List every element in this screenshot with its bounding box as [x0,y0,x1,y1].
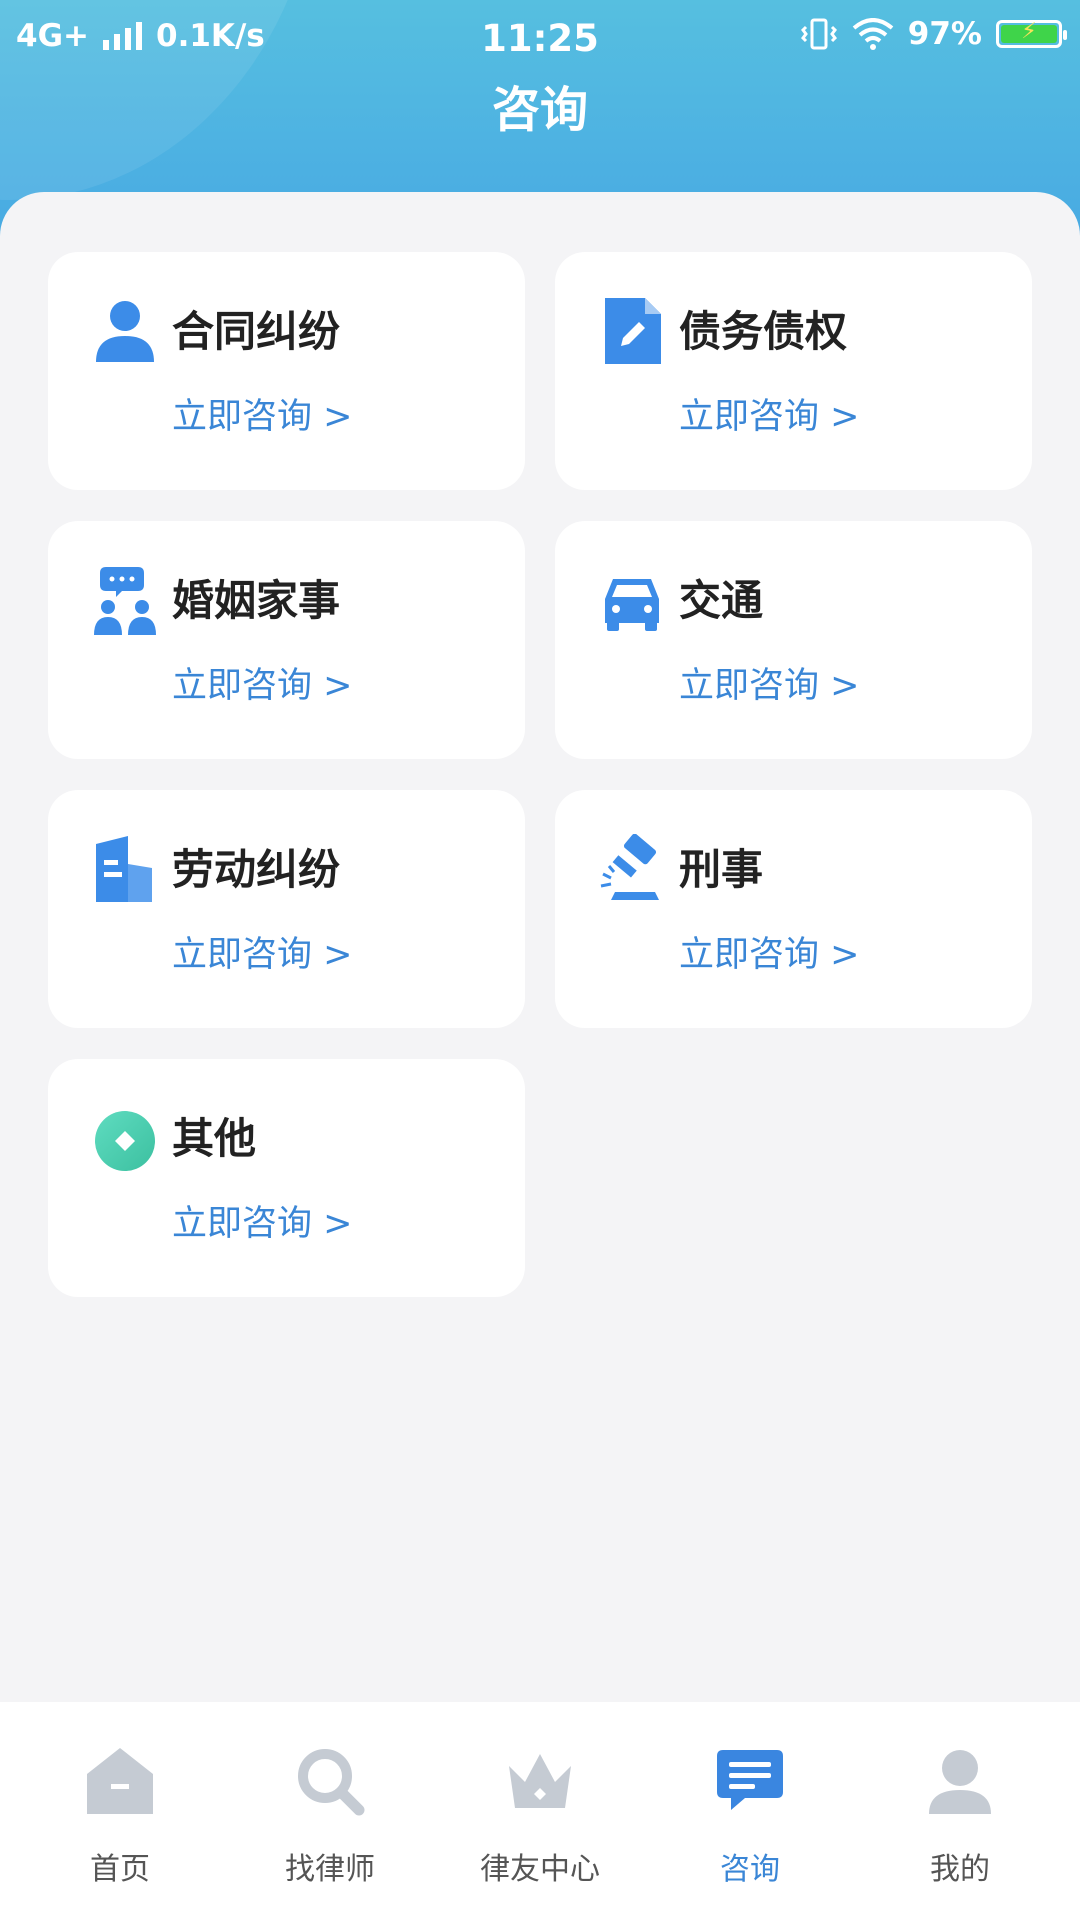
search-icon [298,1749,365,1816]
person-icon [96,301,154,362]
tab-bar: 首页 找律师 律友中心 咨询 我的 [0,1702,1080,1920]
tab-mine[interactable]: 我的 [852,1702,1068,1920]
consult-now-link[interactable]: 立即咨询 > [172,1195,352,1246]
chat-icon [717,1750,783,1810]
couple-chat-icon [94,567,156,635]
category-name: 劳动纠纷 [172,845,341,894]
home-icon [87,1748,153,1814]
wifi-icon [852,18,894,50]
category-card-debt[interactable]: 债务债权 立即咨询 > [555,252,1032,490]
tab-label: 首页 [90,1852,150,1887]
tab-lawyer-center[interactable]: 律友中心 [432,1702,648,1920]
category-card-labor[interactable]: 劳动纠纷 立即咨询 > [48,790,525,1028]
category-name: 债务债权 [679,307,848,356]
category-grid: 合同纠纷 立即咨询 > 债务债权 立即咨询 > 婚姻家事 立即咨询 > 交通 立… [0,192,1080,1702]
tab-find-lawyer[interactable]: 找律师 [222,1702,438,1920]
tab-label: 找律师 [285,1852,375,1887]
document-edit-icon [605,298,661,364]
category-name: 其他 [172,1114,257,1163]
battery-percent: 97% [907,16,982,52]
building-icon [96,836,152,902]
category-card-marriage[interactable]: 婚姻家事 立即咨询 > [48,521,525,759]
gavel-icon [600,834,659,900]
category-card-contract[interactable]: 合同纠纷 立即咨询 > [48,252,525,490]
category-name: 婚姻家事 [172,576,341,625]
tab-label: 律友中心 [480,1852,600,1887]
consult-now-link[interactable]: 立即咨询 > [679,388,859,439]
status-bar: 4G+ 0.1K/s 11:25 97% ⚡ [0,0,1080,76]
category-card-traffic[interactable]: 交通 立即咨询 > [555,521,1032,759]
page-title: 咨询 [491,82,588,138]
category-card-criminal[interactable]: 刑事 立即咨询 > [555,790,1032,1028]
category-name: 交通 [679,576,764,625]
tab-label: 我的 [930,1852,990,1887]
user-icon [929,1750,991,1814]
tab-consult[interactable]: 咨询 [642,1702,858,1920]
tab-home[interactable]: 首页 [12,1702,228,1920]
vibrate-icon [800,18,837,50]
category-name: 刑事 [679,845,764,894]
car-icon [605,579,659,631]
consult-now-link[interactable]: 立即咨询 > [172,657,352,708]
tab-label: 咨询 [720,1852,780,1887]
category-name: 合同纠纷 [172,307,341,356]
crown-icon [509,1754,571,1808]
consult-now-link[interactable]: 立即咨询 > [679,926,859,977]
battery-icon: ⚡ [996,19,1067,48]
category-card-other[interactable]: 其他 立即咨询 > [48,1059,525,1297]
other-icon [95,1111,155,1171]
consult-now-link[interactable]: 立即咨询 > [172,926,352,977]
consult-now-link[interactable]: 立即咨询 > [172,388,352,439]
consult-now-link[interactable]: 立即咨询 > [679,657,859,708]
